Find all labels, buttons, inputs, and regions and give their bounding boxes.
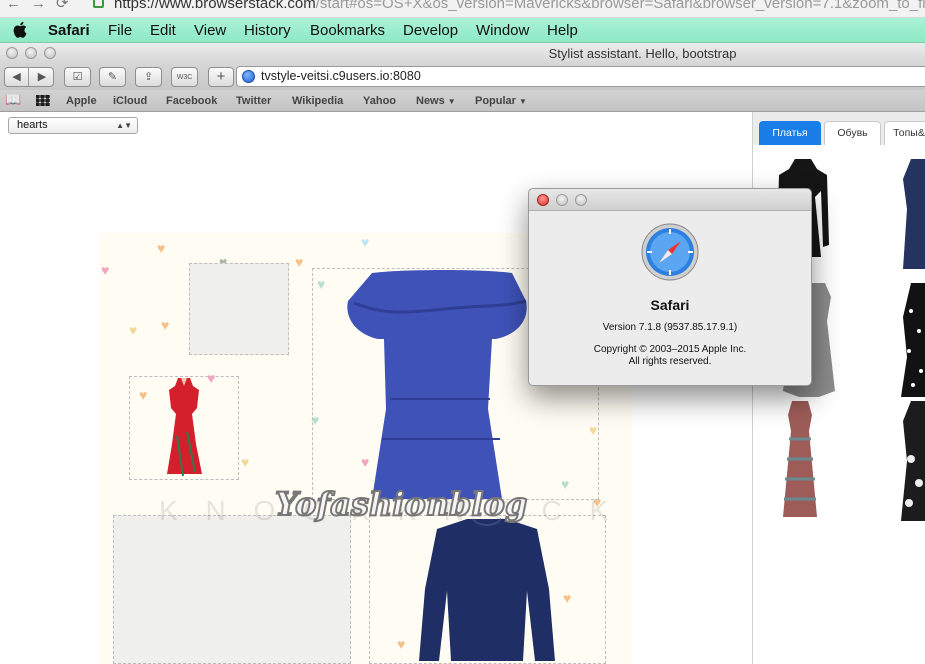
catalog-item-polka-dress[interactable] [899, 281, 925, 399]
outer-url-text[interactable]: https://www.browserstack.com/start#os=OS… [114, 0, 925, 12]
menu-help[interactable]: Help [547, 22, 578, 39]
address-text: tvstyle-veitsi.c9users.io:8080 [261, 69, 421, 83]
chevron-down-icon: ▼ [447, 97, 456, 106]
menu-edit[interactable]: Edit [150, 22, 176, 39]
tab-dresses[interactable]: Платья [759, 121, 821, 145]
back-button[interactable]: ◀ [5, 68, 29, 86]
bookmark-apple[interactable]: Apple [66, 95, 97, 107]
dialog-copyright: Copyright © 2003–2015 Apple Inc. [593, 344, 747, 355]
apple-logo-icon[interactable] [12, 20, 30, 39]
bookmarks-bar: 📖 Apple iCloud Facebook Twitter Wikipedi… [0, 90, 925, 112]
blog-logo[interactable]: Yofashionblog [274, 484, 528, 524]
checklist-icon[interactable]: ☑ [64, 67, 91, 87]
menu-safari[interactable]: Safari [48, 22, 90, 39]
reload-icon[interactable]: ⟳ [56, 0, 69, 12]
menu-view[interactable]: View [194, 22, 226, 39]
window-title: Stylist assistant. Hello, bootstrap [548, 46, 737, 61]
heart-decoration: ♥ [157, 240, 166, 256]
menu-window[interactable]: Window [476, 22, 529, 39]
empty-slot[interactable] [189, 263, 289, 355]
red-dress-image[interactable] [161, 376, 207, 480]
catalog-item-navy-dress[interactable] [901, 157, 925, 269]
dialog-close-button[interactable] [537, 194, 549, 206]
dialog-version: Version 7.1.8 (9537.85.17.9.1) [602, 322, 738, 333]
about-safari-dialog: Safari Version 7.1.8 (9537.85.17.9.1) Co… [528, 188, 812, 386]
bookmark-twitter[interactable]: Twitter [236, 95, 271, 107]
dialog-zoom-button[interactable] [575, 194, 587, 206]
bookmark-facebook[interactable]: Facebook [166, 95, 217, 107]
catalog-item-floral-dress[interactable] [899, 399, 925, 521]
outer-nav-buttons: ← → ⟳ [6, 0, 79, 12]
background-select[interactable]: hearts ▲▼ [8, 117, 138, 134]
menu-bookmarks[interactable]: Bookmarks [310, 22, 385, 39]
tab-shoes[interactable]: Обувь [824, 121, 881, 145]
new-tab-button[interactable]: + [208, 67, 234, 87]
heart-decoration: ♥ [101, 262, 110, 278]
bookmark-icloud[interactable]: iCloud [113, 95, 147, 107]
back-arrow-icon[interactable]: ← [6, 0, 21, 12]
dialog-minimize-button[interactable] [556, 194, 568, 206]
menu-develop[interactable]: Develop [403, 22, 458, 39]
reading-list-icon[interactable]: 📖 [5, 93, 21, 106]
dialog-rights: All rights reserved. [628, 356, 712, 367]
w3c-validator-icon[interactable]: W3C [171, 67, 198, 87]
heart-decoration: ♥ [295, 254, 304, 270]
menu-file[interactable]: File [108, 22, 132, 39]
outer-browser-bar: ← → ⟳ https://www.browserstack.com/start#o… [0, 0, 925, 18]
bookmark-popular-folder[interactable]: Popular ▼ [475, 95, 527, 107]
tab-tops[interactable]: Топы& [884, 121, 925, 145]
blue-dress-image[interactable] [344, 269, 534, 499]
menu-history[interactable]: History [244, 22, 291, 39]
dialog-titlebar [529, 189, 811, 211]
window-titlebar: Stylist assistant. Hello, bootstrap [0, 43, 925, 64]
navy-blouse-image[interactable] [417, 515, 557, 664]
dialog-app-name: Safari [650, 297, 690, 313]
lock-icon [93, 0, 104, 8]
share-icon[interactable]: ⇪ [135, 67, 162, 87]
bookmark-news-folder[interactable]: News ▼ [416, 95, 456, 107]
globe-icon [242, 70, 255, 83]
forward-button[interactable]: ▶ [30, 68, 54, 86]
select-arrows-icon: ▲▼ [116, 121, 132, 130]
catalog-item-patterned-dress[interactable] [777, 399, 823, 521]
empty-slot[interactable] [113, 515, 351, 664]
chevron-down-icon: ▼ [518, 97, 527, 106]
bookmark-wikipedia[interactable]: Wikipedia [292, 95, 343, 107]
bookmark-yahoo[interactable]: Yahoo [363, 95, 396, 107]
magic-wand-icon[interactable]: ✎ [99, 67, 126, 87]
back-forward-segment: ◀ ▶ [4, 67, 54, 87]
heart-decoration: ♥ [241, 454, 250, 470]
forward-arrow-icon[interactable]: → [31, 0, 46, 12]
top-sites-grid-icon[interactable] [36, 95, 50, 106]
heart-decoration: ♥ [161, 317, 170, 333]
mac-menubar: Safari File Edit View History Bookmarks … [0, 18, 925, 43]
safari-compass-icon [641, 223, 699, 281]
address-bar[interactable]: tvstyle-veitsi.c9users.io:8080 [236, 66, 925, 87]
heart-decoration: ♥ [361, 234, 370, 250]
heart-decoration: ♥ [129, 322, 138, 338]
